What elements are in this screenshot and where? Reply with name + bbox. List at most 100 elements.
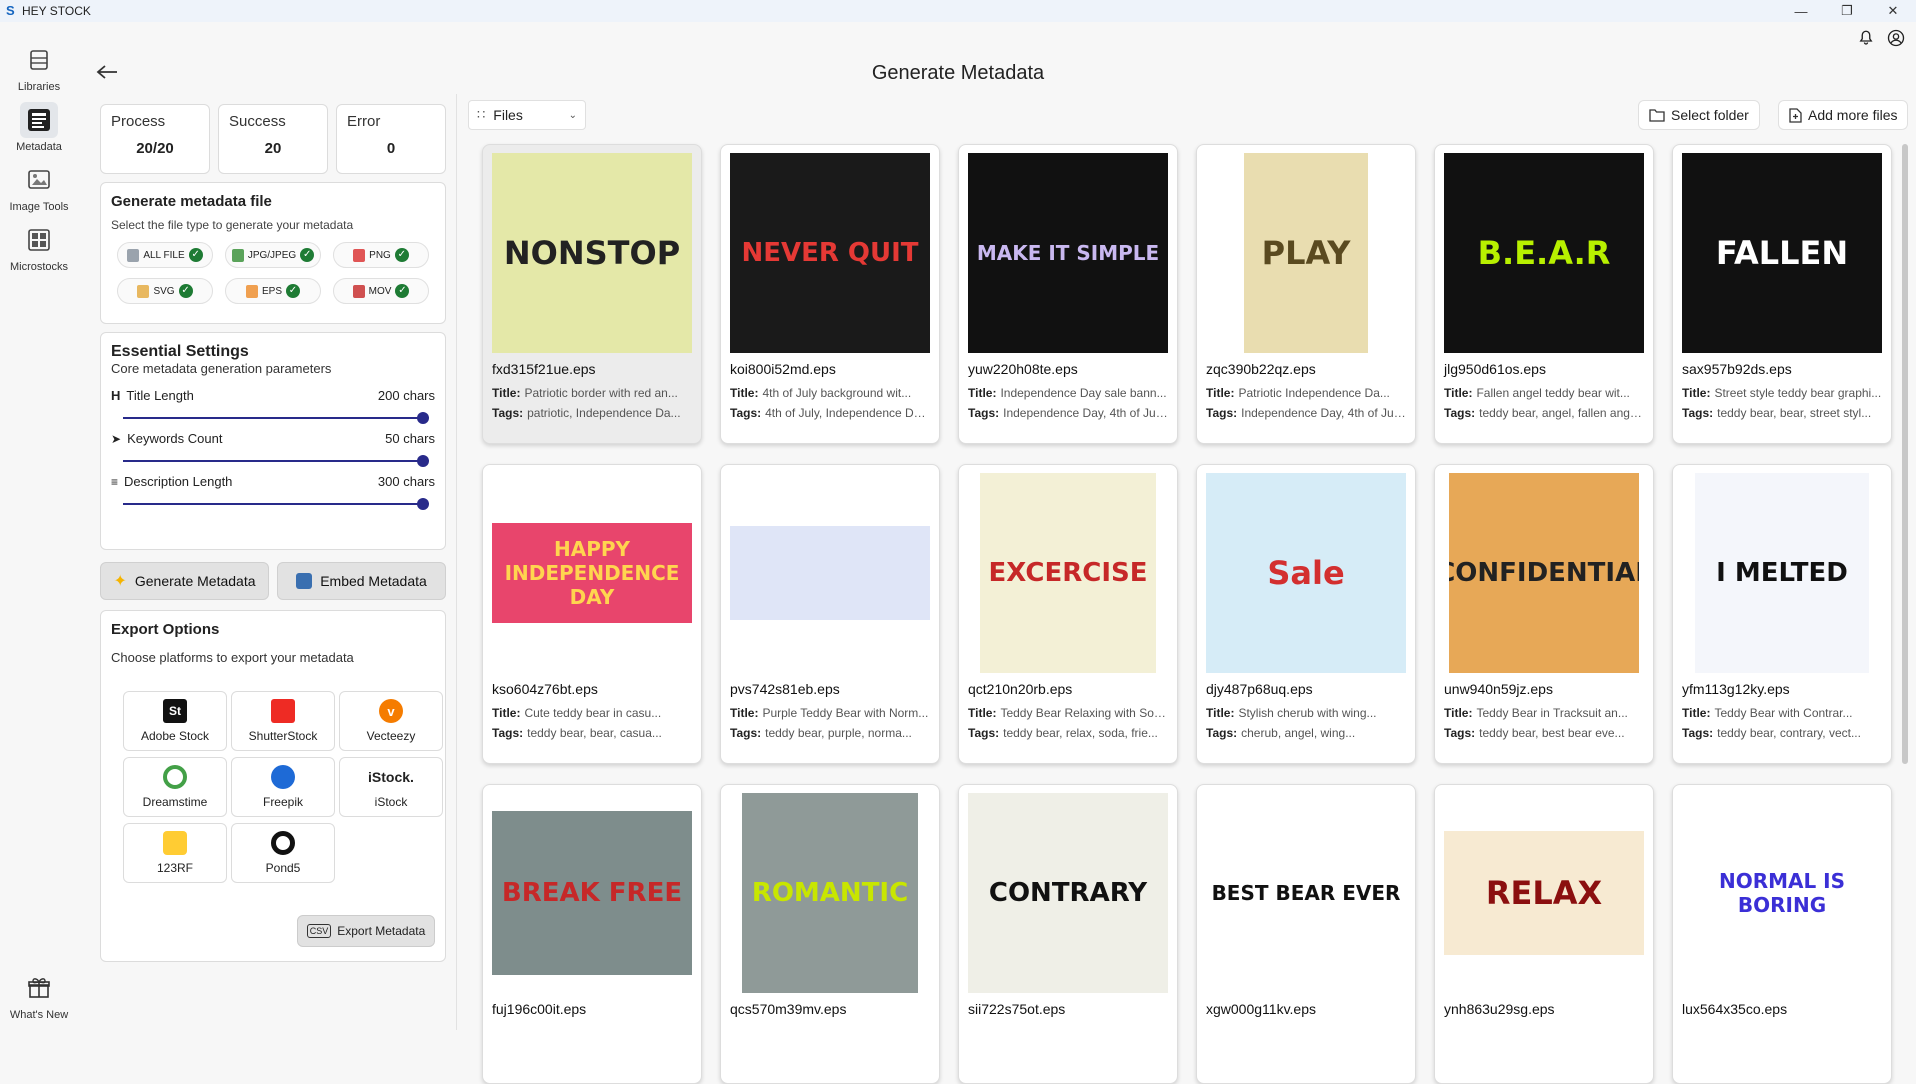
description-length-setting: ≡ Description Length 300 chars: [111, 474, 435, 510]
nav-label: Microstocks: [9, 261, 69, 273]
platform-label: Dreamstime: [142, 795, 208, 809]
platform-adobe-stock[interactable]: St Adobe Stock: [123, 691, 227, 751]
file-thumbnail: FALLEN: [1682, 153, 1882, 353]
file-card[interactable]: CONFIDENTIAL unw940n59jz.eps Title:Teddy B…: [1434, 464, 1654, 764]
file-thumbnail: CONFIDENTIAL: [1449, 473, 1639, 673]
file-type-eps[interactable]: EPS ✓: [225, 278, 321, 304]
file-card[interactable]: NONSTOP fxd315f21ue.eps Title: Patriotic bo…: [482, 144, 702, 444]
button-label: Export Metadata: [337, 924, 426, 938]
setting-label: Keywords Count: [127, 431, 223, 446]
file-card[interactable]: BEST BEAR EVER xgw000g11kv.eps: [1196, 784, 1416, 1084]
nav-image-tools[interactable]: Image Tools: [0, 162, 78, 213]
file-type-jpg[interactable]: JPG/JPEG ✓: [225, 242, 321, 268]
description-length-slider[interactable]: [123, 498, 429, 510]
file-card[interactable]: MAKE IT SIMPLE yuw220h08te.eps Title: Indep…: [958, 144, 1178, 444]
restore-icon[interactable]: ❐: [1824, 0, 1870, 22]
title-bar: S HEY STOCK — ❐ ✕: [0, 0, 1916, 22]
check-icon: ✓: [395, 284, 410, 298]
platform-vecteezy[interactable]: v Vecteezy: [339, 691, 443, 751]
scrollbar[interactable]: [1902, 144, 1908, 764]
nav-label: Image Tools: [9, 201, 69, 213]
tags-label: Tags:: [1682, 726, 1714, 740]
check-icon: ✓: [300, 248, 315, 262]
platform-shutterstock[interactable]: ShutterStock: [231, 691, 335, 751]
file-card[interactable]: PLAY zqc390b22qz.eps Title: Patriotic Indep…: [1196, 144, 1416, 444]
check-icon: ✓: [286, 284, 300, 298]
file-card[interactable]: Sale djy487p68uq.eps Title: Stylish cherub …: [1196, 464, 1416, 764]
select-folder-button[interactable]: Select folder: [1638, 100, 1760, 130]
file-card[interactable]: EXCERCISE qct210n20rb.eps Title: Teddy Bear…: [958, 464, 1178, 764]
stat-value: 20: [264, 140, 282, 157]
title-label: Title:: [1444, 386, 1473, 400]
file-tags-row: Tags: teddy bear, relax, soda, frie...: [968, 726, 1168, 740]
file-card[interactable]: NORMAL IS BORING lux564x35co.eps: [1672, 784, 1892, 1084]
pond5-icon: [271, 831, 295, 855]
file-tags-row: Tags: cherub, angel, wing...: [1206, 726, 1406, 740]
title-label: Title:: [1444, 706, 1473, 720]
file-card[interactable]: RELAX ynh863u29sg.eps: [1434, 784, 1654, 1084]
file-tags-row: Tags: teddy bear, purple, norma...: [730, 726, 930, 740]
file-name: djy487p68uq.eps: [1206, 681, 1313, 697]
file-type-png[interactable]: PNG ✓: [333, 242, 429, 268]
card-subtitle: Core metadata generation parameters: [111, 361, 332, 376]
file-title-row: Title: Teddy Bear with Contrar...: [1682, 706, 1882, 720]
button-label: Generate Metadata: [134, 573, 256, 589]
minimize-icon[interactable]: —: [1778, 0, 1824, 22]
nav-microstocks[interactable]: Microstocks: [0, 222, 78, 273]
platform-freepik[interactable]: Freepik: [231, 757, 335, 817]
file-card[interactable]: HAPPY INDEPENDENCE DAY kso604z76bt.eps Tit…: [482, 464, 702, 764]
file-card[interactable]: BREAK FREE fuj196c00it.eps: [482, 784, 702, 1084]
file-tags: Independence Day, 4th of Jul...: [1241, 406, 1406, 420]
tags-label: Tags:: [1206, 726, 1238, 740]
file-type-all[interactable]: ALL FILE ✓: [117, 242, 213, 268]
add-more-files-button[interactable]: Add more files: [1778, 100, 1909, 130]
close-icon[interactable]: ✕: [1870, 0, 1916, 22]
file-card[interactable]: I MELTED yfm113g12ky.eps Title: Teddy Bear …: [1672, 464, 1892, 764]
platform-pond5[interactable]: Pond5: [231, 823, 335, 883]
slider-thumb[interactable]: [417, 412, 429, 424]
file-card[interactable]: ROMANTIC qcs570m39mv.eps: [720, 784, 940, 1084]
file-card[interactable]: FALLEN sax957b92ds.eps Title: Street style …: [1672, 144, 1892, 444]
file-card[interactable]: pvs742s81eb.eps Title: Purple Teddy Bear w…: [720, 464, 940, 764]
stat-value: 20/20: [136, 140, 174, 157]
adobe-stock-icon: St: [163, 699, 187, 723]
files-view-dropdown[interactable]: ∷ Files ⌄: [468, 100, 586, 130]
account-icon[interactable]: [1886, 28, 1906, 48]
generate-file-card: Generate metadata file Select the file t…: [100, 182, 446, 324]
tags-label: Tags:: [492, 726, 524, 740]
grid-view-icon: ∷: [477, 107, 486, 122]
file-type-mov[interactable]: MOV ✓: [333, 278, 429, 304]
file-name: xgw000g11kv.eps: [1206, 1001, 1316, 1017]
file-card[interactable]: B.E.A.R jlg950d61os.eps Title: Fallen angel…: [1434, 144, 1654, 444]
slider-thumb[interactable]: [417, 498, 429, 510]
bell-icon[interactable]: [1856, 28, 1876, 48]
title-length-slider[interactable]: [123, 412, 429, 424]
platform-123rf[interactable]: 123RF: [123, 823, 227, 883]
platform-dreamstime[interactable]: Dreamstime: [123, 757, 227, 817]
check-icon: ✓: [188, 248, 203, 262]
generate-metadata-button[interactable]: ✦ Generate Metadata: [100, 562, 269, 600]
title-label: Title:: [1682, 706, 1711, 720]
thumbnail-frame: CONTRARY: [968, 793, 1168, 993]
slider-thumb[interactable]: [417, 455, 429, 467]
nav-metadata[interactable]: Metadata: [0, 102, 78, 153]
export-metadata-button[interactable]: CSV Export Metadata: [297, 915, 435, 947]
thumbnail-frame: I MELTED: [1682, 473, 1882, 673]
file-tags-row: Tags: teddy bear, best bear eve...: [1444, 726, 1644, 740]
file-tags-row: Tags: 4th of July, Independence Da...: [730, 406, 930, 420]
file-tags: cherub, angel, wing...: [1241, 726, 1356, 740]
action-buttons: ✦ Generate Metadata Embed Metadata: [100, 562, 446, 600]
file-card[interactable]: CONTRARY sii722s75ot.eps: [958, 784, 1178, 1084]
file-type-svg[interactable]: SVG ✓: [117, 278, 213, 304]
file-thumbnail: RELAX: [1444, 831, 1644, 955]
lines-icon: ≡: [111, 474, 119, 489]
stat-process: Process 20/20: [100, 104, 210, 174]
keywords-count-slider[interactable]: [123, 455, 429, 467]
embed-metadata-button[interactable]: Embed Metadata: [277, 562, 446, 600]
nav-whats-new[interactable]: What's New: [0, 970, 78, 1021]
title-label: Title:: [968, 386, 997, 400]
tags-label: Tags:: [968, 726, 1000, 740]
platform-istock[interactable]: iStock. iStock: [339, 757, 443, 817]
file-card[interactable]: NEVER QUIT koi800i52md.eps Title: 4th of Ju…: [720, 144, 940, 444]
file-title-row: Title: Street style teddy bear graphi...: [1682, 386, 1882, 400]
